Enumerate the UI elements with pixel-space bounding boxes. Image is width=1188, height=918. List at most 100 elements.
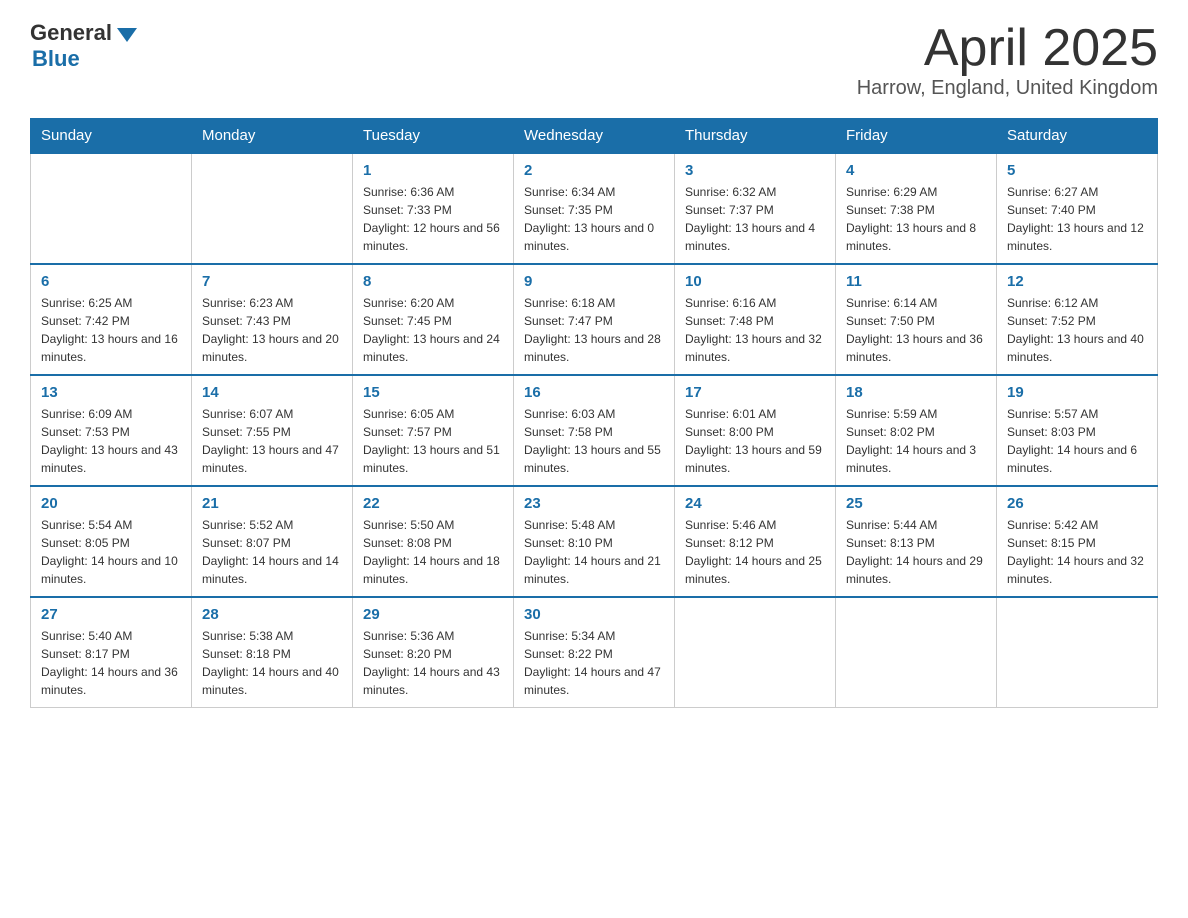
calendar-cell: 18Sunrise: 5:59 AMSunset: 8:02 PMDayligh… [836,375,997,486]
calendar-cell [192,153,353,264]
day-info: Sunrise: 6:25 AMSunset: 7:42 PMDaylight:… [41,294,181,366]
calendar-cell [675,597,836,708]
day-info: Sunrise: 5:36 AMSunset: 8:20 PMDaylight:… [363,627,503,699]
logo-arrow-icon [117,28,137,42]
day-info: Sunrise: 6:27 AMSunset: 7:40 PMDaylight:… [1007,183,1147,255]
day-info: Sunrise: 5:57 AMSunset: 8:03 PMDaylight:… [1007,405,1147,477]
day-number: 4 [846,162,986,179]
day-number: 13 [41,384,181,401]
calendar-cell: 2 Sunrise: 6:34 AMSunset: 7:35 PMDaylight… [514,153,675,264]
day-number: 6 [41,273,181,290]
day-number: 3 [685,162,825,179]
calendar-cell: 6 Sunrise: 6:25 AMSunset: 7:42 PMDaylight… [31,264,192,375]
day-number: 19 [1007,384,1147,401]
calendar-body: 1 Sunrise: 6:36 AMSunset: 7:33 PMDaylight… [31,153,1158,708]
day-info: Sunrise: 6:36 AMSunset: 7:33 PMDaylight:… [363,183,503,255]
day-number: 7 [202,273,342,290]
page-title: April 2025 [857,20,1158,77]
day-info: Sunrise: 6:12 AMSunset: 7:52 PMDaylight:… [1007,294,1147,366]
day-info: Sunrise: 5:34 AMSunset: 8:22 PMDaylight:… [524,627,664,699]
calendar-cell: 22Sunrise: 5:50 AMSunset: 8:08 PMDayligh… [353,486,514,597]
day-info: Sunrise: 6:03 AMSunset: 7:58 PMDaylight:… [524,405,664,477]
calendar-cell: 11 Sunrise: 6:14 AMSunset: 7:50 PMDayligh… [836,264,997,375]
page-header: General Blue April 2025 Harrow, England,… [30,20,1158,100]
calendar-cell: 24 Sunrise: 5:46 AMSunset: 8:12 PMDayligh… [675,486,836,597]
day-number: 26 [1007,495,1147,512]
day-number: 25 [846,495,986,512]
calendar-cell: 13 Sunrise: 6:09 AMSunset: 7:53 PMDayligh… [31,375,192,486]
day-info: Sunrise: 6:16 AMSunset: 7:48 PMDaylight:… [685,294,825,366]
day-number: 21 [202,495,342,512]
weekday-header-row: SundayMondayTuesdayWednesdayThursdayFrid… [31,119,1158,154]
calendar-cell: 20Sunrise: 5:54 AMSunset: 8:05 PMDayligh… [31,486,192,597]
day-number: 30 [524,606,664,623]
day-number: 11 [846,273,986,290]
calendar-cell: 12 Sunrise: 6:12 AMSunset: 7:52 PMDayligh… [997,264,1158,375]
day-info: Sunrise: 5:52 AMSunset: 8:07 PMDaylight:… [202,516,342,588]
day-info: Sunrise: 6:29 AMSunset: 7:38 PMDaylight:… [846,183,986,255]
calendar-cell: 21 Sunrise: 5:52 AMSunset: 8:07 PMDayligh… [192,486,353,597]
day-info: Sunrise: 5:46 AMSunset: 8:12 PMDaylight:… [685,516,825,588]
calendar-cell [31,153,192,264]
logo-text-blue: Blue [32,46,80,72]
page-subtitle: Harrow, England, United Kingdom [857,77,1158,100]
day-number: 15 [363,384,503,401]
day-info: Sunrise: 5:42 AMSunset: 8:15 PMDaylight:… [1007,516,1147,588]
day-info: Sunrise: 6:05 AMSunset: 7:57 PMDaylight:… [363,405,503,477]
calendar-cell: 17 Sunrise: 6:01 AMSunset: 8:00 PMDayligh… [675,375,836,486]
calendar-week-row: 13 Sunrise: 6:09 AMSunset: 7:53 PMDayligh… [31,375,1158,486]
weekday-header-friday: Friday [836,119,997,154]
weekday-header-monday: Monday [192,119,353,154]
day-number: 1 [363,162,503,179]
day-info: Sunrise: 6:01 AMSunset: 8:00 PMDaylight:… [685,405,825,477]
calendar-cell: 3 Sunrise: 6:32 AMSunset: 7:37 PMDaylight… [675,153,836,264]
calendar-week-row: 1 Sunrise: 6:36 AMSunset: 7:33 PMDaylight… [31,153,1158,264]
calendar-week-row: 20Sunrise: 5:54 AMSunset: 8:05 PMDayligh… [31,486,1158,597]
day-info: Sunrise: 6:32 AMSunset: 7:37 PMDaylight:… [685,183,825,255]
calendar-cell: 26 Sunrise: 5:42 AMSunset: 8:15 PMDayligh… [997,486,1158,597]
day-info: Sunrise: 5:59 AMSunset: 8:02 PMDaylight:… [846,405,986,477]
day-info: Sunrise: 5:54 AMSunset: 8:05 PMDaylight:… [41,516,181,588]
logo-top: General [30,20,137,46]
day-info: Sunrise: 5:40 AMSunset: 8:17 PMDaylight:… [41,627,181,699]
weekday-header-saturday: Saturday [997,119,1158,154]
calendar-week-row: 27 Sunrise: 5:40 AMSunset: 8:17 PMDayligh… [31,597,1158,708]
day-number: 9 [524,273,664,290]
day-info: Sunrise: 5:48 AMSunset: 8:10 PMDaylight:… [524,516,664,588]
day-number: 12 [1007,273,1147,290]
day-number: 14 [202,384,342,401]
day-number: 27 [41,606,181,623]
calendar-cell [836,597,997,708]
day-info: Sunrise: 5:38 AMSunset: 8:18 PMDaylight:… [202,627,342,699]
calendar-cell: 28 Sunrise: 5:38 AMSunset: 8:18 PMDayligh… [192,597,353,708]
day-number: 5 [1007,162,1147,179]
day-number: 2 [524,162,664,179]
day-number: 23 [524,495,664,512]
day-info: Sunrise: 6:23 AMSunset: 7:43 PMDaylight:… [202,294,342,366]
calendar-header: SundayMondayTuesdayWednesdayThursdayFrid… [31,119,1158,154]
day-info: Sunrise: 6:20 AMSunset: 7:45 PMDaylight:… [363,294,503,366]
logo-text-general: General [30,20,112,46]
weekday-header-sunday: Sunday [31,119,192,154]
day-number: 28 [202,606,342,623]
day-info: Sunrise: 6:09 AMSunset: 7:53 PMDaylight:… [41,405,181,477]
calendar-cell: 9 Sunrise: 6:18 AMSunset: 7:47 PMDaylight… [514,264,675,375]
day-number: 17 [685,384,825,401]
day-info: Sunrise: 6:14 AMSunset: 7:50 PMDaylight:… [846,294,986,366]
weekday-header-wednesday: Wednesday [514,119,675,154]
calendar-table: SundayMondayTuesdayWednesdayThursdayFrid… [30,118,1158,708]
day-info: Sunrise: 6:34 AMSunset: 7:35 PMDaylight:… [524,183,664,255]
calendar-cell: 5 Sunrise: 6:27 AMSunset: 7:40 PMDaylight… [997,153,1158,264]
calendar-cell: 16Sunrise: 6:03 AMSunset: 7:58 PMDayligh… [514,375,675,486]
calendar-cell: 25Sunrise: 5:44 AMSunset: 8:13 PMDayligh… [836,486,997,597]
calendar-cell: 4 Sunrise: 6:29 AMSunset: 7:38 PMDaylight… [836,153,997,264]
weekday-header-thursday: Thursday [675,119,836,154]
day-number: 24 [685,495,825,512]
calendar-cell [997,597,1158,708]
calendar-cell: 27 Sunrise: 5:40 AMSunset: 8:17 PMDayligh… [31,597,192,708]
calendar-cell: 10Sunrise: 6:16 AMSunset: 7:48 PMDayligh… [675,264,836,375]
calendar-cell: 14 Sunrise: 6:07 AMSunset: 7:55 PMDayligh… [192,375,353,486]
day-info: Sunrise: 6:18 AMSunset: 7:47 PMDaylight:… [524,294,664,366]
calendar-cell: 23 Sunrise: 5:48 AMSunset: 8:10 PMDayligh… [514,486,675,597]
day-info: Sunrise: 6:07 AMSunset: 7:55 PMDaylight:… [202,405,342,477]
